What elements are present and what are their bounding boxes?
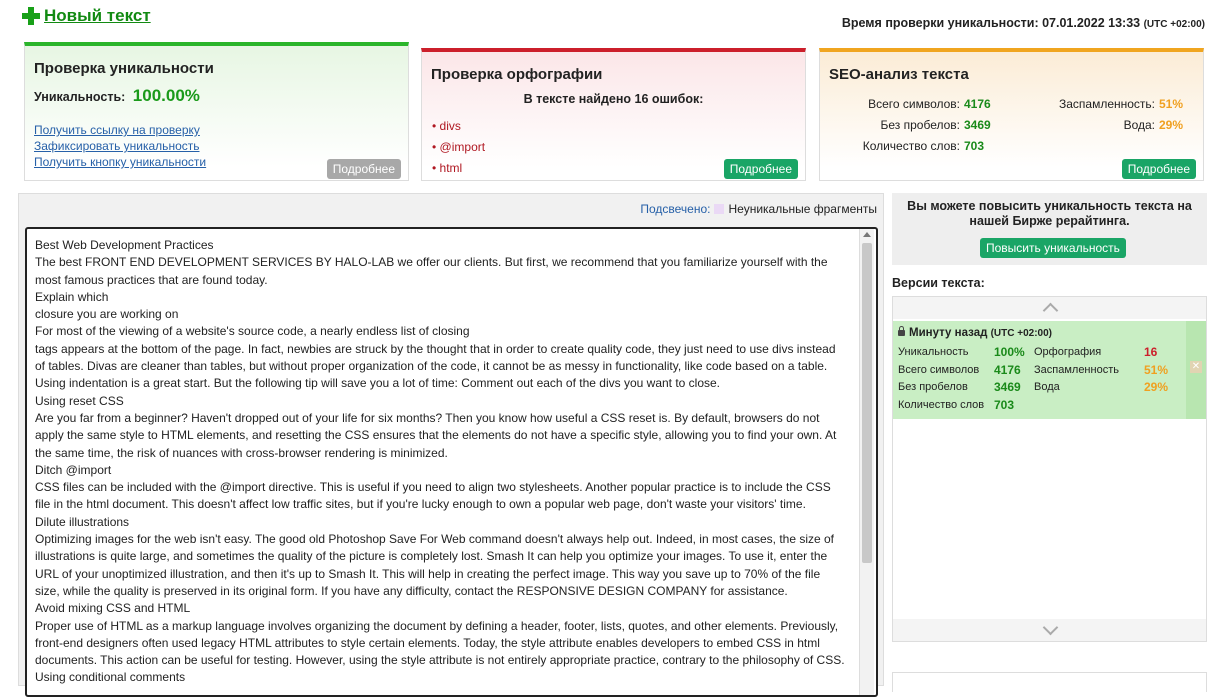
promo-text: Вы можете повысить уникальность текста н… [907, 199, 1192, 228]
seo-stats-right: Заспамленность: 51% Вода: 29% [1038, 94, 1183, 136]
seo-no-spaces: 3469 [964, 118, 991, 132]
uniqueness-line: Уникальность: 100.00% [34, 86, 200, 106]
uniqueness-more-button[interactable]: Подробнее [326, 159, 401, 179]
get-button-link[interactable]: Получить кнопку уникальности [34, 154, 206, 170]
spelling-card: Проверка орфографии В тексте найдено 16 … [421, 48, 806, 181]
scroll-up-icon[interactable] [863, 232, 871, 237]
chevron-up-icon [1042, 302, 1058, 319]
version-uniqueness: 100% [994, 345, 1025, 359]
versions-scroll-up[interactable] [893, 297, 1206, 319]
version-side-bar: ✕ [1186, 321, 1206, 419]
uniqueness-value: 100.00% [132, 86, 200, 105]
new-text-label[interactable]: Новый текст [44, 6, 151, 26]
seo-spam-label: Заспамленность: [1058, 97, 1155, 111]
spelling-error-item[interactable]: divs [432, 116, 485, 137]
seo-spam: 51% [1159, 97, 1184, 111]
spelling-title: Проверка орфографии [431, 66, 603, 83]
text-paragraph: tags appears at the bottom of the page. … [35, 341, 836, 391]
version-words: 703 [994, 397, 1015, 412]
lock-icon [898, 326, 905, 336]
version-spam-label: Заспамленность [1034, 363, 1119, 376]
seo-total-chars-label: Всего символов: [868, 97, 960, 111]
spelling-errors-found: В тексте найдено 16 ошибок: [523, 92, 704, 106]
plus-icon [22, 7, 40, 25]
seo-word-count: 703 [964, 139, 985, 153]
version-time: Минуту назад (UTC +02:00) [898, 326, 1052, 339]
increase-uniqueness-button[interactable]: Повысить уникальность [980, 238, 1126, 258]
versions-title: Версии текста: [892, 276, 985, 290]
uniqueness-title: Проверка уникальности [34, 60, 214, 77]
versions-list: Минуту назад (UTC +02:00) Уникальность 1… [892, 296, 1207, 642]
highlight-legend: Подсвечено: Неуникальные фрагменты [640, 202, 877, 216]
seo-water-label: Вода: [1123, 118, 1155, 132]
scrollbar-thumb[interactable] [862, 243, 872, 563]
spelling-more-button[interactable]: Подробнее [723, 159, 798, 179]
highlight-legend-text: Неуникальные фрагменты [728, 202, 877, 216]
new-text-link[interactable]: Новый текст [22, 6, 151, 26]
text-paragraph: Using conditional comments [35, 670, 186, 685]
uniqueness-label: Уникальность: [34, 90, 126, 104]
text-paragraph: Using reset CSS [35, 393, 124, 408]
seo-word-count-label: Количество слов: [862, 139, 960, 153]
spelling-error-item[interactable]: html [432, 158, 485, 179]
version-uniqueness-label: Уникальность [898, 346, 969, 358]
seo-stats-left: Всего символов: 4176 Без пробелов: 3469 Ко… [856, 94, 1046, 157]
uniqueness-links: Получить ссылку на проверку Зафиксироват… [34, 122, 206, 170]
version-spam: 51% [1144, 362, 1169, 377]
version-water-label: Вода [1034, 381, 1060, 393]
text-paragraph: Best Web Development Practices [35, 238, 214, 252]
text-panel: Подсвечено: Неуникальные фрагменты Best W… [18, 193, 884, 697]
version-total-chars: 4176 [994, 362, 1021, 377]
text-paragraph: Proper use of HTML as a markup language … [35, 618, 845, 668]
text-paragraph: For most of the viewing of a website's s… [35, 324, 470, 339]
version-spelling: 16 [1144, 345, 1158, 359]
seo-no-spaces-label: Без пробелов: [880, 118, 961, 132]
text-scrollbar[interactable] [859, 229, 874, 695]
version-stats: Уникальность 100% Орфография 16 Всего си… [898, 344, 1168, 414]
check-time: Время проверки уникальности: 07.01.2022 … [842, 16, 1205, 30]
uniqueness-card: Проверка уникальности Уникальность: 100.… [24, 42, 409, 181]
rewrite-promo: Вы можете повысить уникальность текста н… [892, 193, 1207, 265]
text-paragraph: Dilute illustrations [35, 514, 130, 529]
bottom-widget [892, 672, 1207, 692]
spelling-error-item[interactable]: @import [432, 137, 486, 158]
delete-version-icon[interactable]: ✕ [1190, 361, 1202, 373]
check-time-zone: (UTC +02:00) [1143, 19, 1205, 30]
seo-total-chars: 4176 [964, 97, 991, 111]
version-item[interactable]: Минуту назад (UTC +02:00) Уникальность 1… [893, 321, 1206, 419]
text-paragraph: CSS files can be included with the @impo… [35, 480, 831, 512]
highlight-label: Подсвечено: [640, 202, 711, 216]
version-no-spaces-label: Без пробелов [898, 381, 968, 393]
version-spelling-label: Орфография [1034, 346, 1102, 358]
text-paragraph: Ditch @import [35, 462, 112, 477]
version-time-text: Минуту назад [909, 327, 988, 339]
version-words-label: Количество слов [898, 398, 985, 411]
version-no-spaces: 3469 [994, 380, 1021, 394]
seo-more-button[interactable]: Подробнее [1121, 159, 1196, 179]
text-paragraph: Explain which [35, 289, 109, 304]
text-paragraph: Are you far from a beginner? Haven't dro… [35, 410, 837, 460]
text-paragraph: Optimizing images for the web isn't easy… [35, 532, 835, 598]
versions-scroll-down[interactable] [893, 619, 1206, 641]
seo-title: SEO-анализ текста [829, 66, 969, 83]
text-paragraph: closure you are working on [35, 307, 179, 322]
version-total-chars-label: Всего символов [898, 363, 980, 376]
non-unique-swatch [714, 204, 725, 214]
fix-uniqueness-link[interactable]: Зафиксировать уникальность [34, 138, 206, 154]
seo-card: SEO-анализ текста Всего символов: 4176 Бе… [819, 48, 1204, 181]
spelling-error-list: divs @import html [432, 116, 486, 179]
text-paragraph: The best FRONT END DEVELOPMENT SERVICES … [35, 255, 828, 287]
chevron-down-icon [1042, 619, 1058, 636]
version-timezone: (UTC +02:00) [990, 328, 1052, 339]
check-time-text: Время проверки уникальности: 07.01.2022 … [841, 16, 1141, 30]
version-water: 29% [1144, 380, 1169, 394]
text-paragraph: Avoid mixing CSS and HTML [35, 601, 191, 616]
get-check-link[interactable]: Получить ссылку на проверку [34, 122, 206, 138]
seo-water: 29% [1159, 118, 1184, 132]
checked-text-area[interactable]: Best Web Development Practices The best … [25, 227, 878, 697]
checked-text-content: Best Web Development Practices The best … [27, 229, 876, 687]
